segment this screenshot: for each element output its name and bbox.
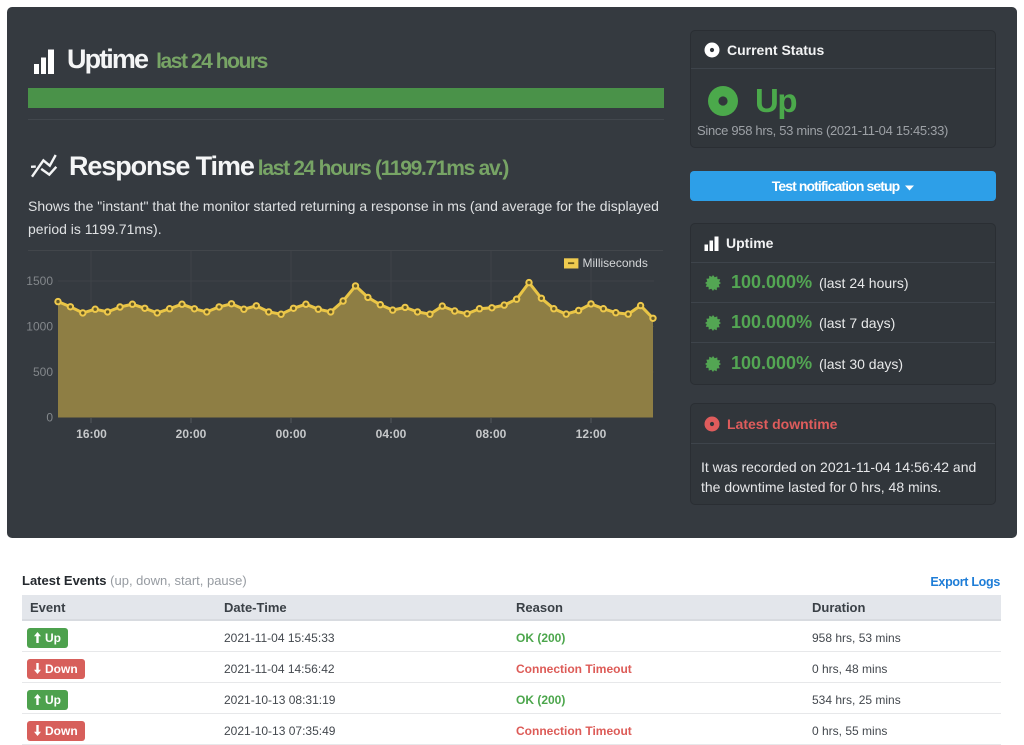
svg-text:20:00: 20:00: [176, 427, 207, 441]
svg-text:500: 500: [33, 365, 53, 379]
svg-text:0: 0: [46, 411, 53, 425]
svg-text:00:00: 00:00: [276, 427, 307, 441]
svg-text:1500: 1500: [26, 274, 53, 288]
svg-text:1000: 1000: [26, 320, 53, 334]
svg-text:04:00: 04:00: [376, 427, 407, 441]
svg-text:16:00: 16:00: [76, 427, 107, 441]
svg-text:12:00: 12:00: [576, 427, 607, 441]
svg-text:Milliseconds: Milliseconds: [583, 256, 648, 270]
svg-text:08:00: 08:00: [476, 427, 507, 441]
